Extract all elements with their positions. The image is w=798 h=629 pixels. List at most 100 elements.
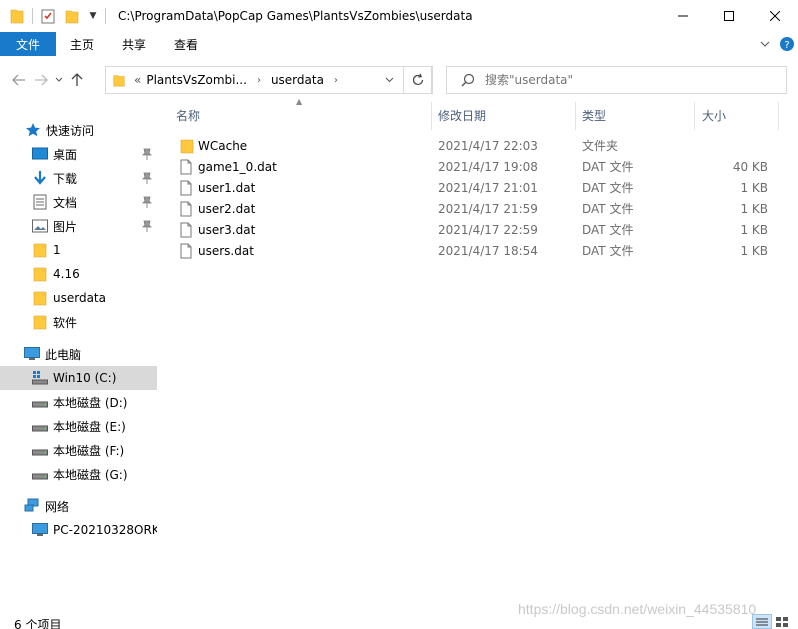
maximize-button[interactable] (706, 0, 752, 32)
desktop-icon (32, 146, 48, 162)
file-date: 2021/4/17 19:08 (438, 159, 538, 174)
nav-network-pc[interactable]: PC-20210328ORK (0, 518, 157, 542)
file-name-cell: WCache (180, 135, 247, 156)
column-divider[interactable] (431, 102, 432, 130)
file-row[interactable]: user3.dat 2021/4/17 22:59 DAT 文件 1 KB (168, 219, 778, 240)
file-size (688, 135, 768, 156)
breadcrumb-overflow[interactable]: « (134, 73, 141, 87)
file-name-cell: user3.dat (180, 219, 255, 240)
nav-network[interactable]: 网络 (0, 494, 157, 518)
file-name-cell: user2.dat (180, 198, 255, 219)
refresh-button[interactable] (403, 66, 433, 94)
pin-icon[interactable] (141, 194, 153, 210)
large-icons-view-icon[interactable] (772, 614, 792, 629)
status-bar: 6 个项目 (0, 614, 798, 629)
expand-ribbon-icon[interactable] (754, 32, 776, 56)
column-header-type[interactable]: 类型 (582, 100, 692, 130)
nav-drive-f[interactable]: 本地磁盘 (F:) (0, 438, 157, 462)
nav-item-folder-software[interactable]: 软件 (0, 310, 157, 334)
file-row[interactable]: game1_0.dat 2021/4/17 19:08 DAT 文件 40 KB (168, 156, 778, 177)
folder-icon[interactable] (8, 7, 26, 25)
picture-icon (32, 218, 48, 234)
item-count: 6 个项目 (14, 618, 62, 629)
breadcrumb-chevron-icon[interactable]: › (334, 75, 338, 86)
nav-quick-access[interactable]: 快速访问 (0, 118, 157, 142)
column-divider[interactable] (575, 102, 576, 130)
breadcrumb-item[interactable]: PlantsVsZombi... (146, 73, 247, 87)
file-size: 1 KB (740, 222, 768, 237)
up-button[interactable] (66, 66, 88, 94)
column-header-size[interactable]: 大小 (702, 100, 782, 130)
address-bar[interactable]: « PlantsVsZombi... › userdata › (105, 66, 432, 94)
column-divider[interactable] (694, 102, 695, 130)
forward-button[interactable] (30, 66, 52, 94)
customize-toolbar-icon[interactable]: ▼ (87, 7, 99, 25)
pin-icon[interactable] (141, 170, 153, 186)
new-folder-icon[interactable] (63, 7, 81, 25)
folder-icon (32, 266, 48, 282)
nav-item-label: 本地磁盘 (G:) (53, 467, 128, 482)
file-type: DAT 文件 (582, 244, 634, 258)
tab-home[interactable]: 主页 (56, 32, 108, 56)
nav-item-documents[interactable]: 文档 (0, 190, 157, 214)
nav-item-desktop[interactable]: 桌面 (0, 142, 157, 166)
recent-locations-button[interactable] (52, 66, 66, 94)
column-header-label: 修改日期 (438, 108, 487, 123)
column-divider[interactable] (778, 102, 779, 130)
nav-item-folder-userdata[interactable]: userdata (0, 286, 157, 310)
nav-item-pictures[interactable]: 图片 (0, 214, 157, 238)
file-date: 2021/4/17 22:59 (438, 222, 538, 237)
column-header-label: 名称 (176, 108, 201, 123)
pin-icon[interactable] (141, 218, 153, 234)
nav-item-label: 1 (53, 243, 61, 257)
file-row[interactable]: users.dat 2021/4/17 18:54 DAT 文件 1 KB (168, 240, 778, 261)
nav-item-label: 本地磁盘 (F:) (53, 443, 125, 458)
file-name: user2.dat (198, 201, 256, 216)
close-button[interactable] (752, 0, 798, 32)
back-button[interactable] (8, 66, 30, 94)
details-view-icon[interactable] (752, 614, 772, 629)
file-size: 1 KB (740, 180, 768, 195)
file-icon (180, 201, 196, 217)
minimize-button[interactable] (660, 0, 706, 32)
nav-item-folder-1[interactable]: 1 (0, 238, 157, 262)
tab-view[interactable]: 查看 (160, 32, 212, 56)
nav-drive-e[interactable]: 本地磁盘 (E:) (0, 414, 157, 438)
network-icon (24, 498, 40, 514)
file-type: 文件夹 (582, 139, 619, 153)
nav-drive-g[interactable]: 本地磁盘 (G:) (0, 462, 157, 486)
search-box[interactable] (446, 66, 787, 94)
properties-icon[interactable] (39, 7, 57, 25)
nav-item-label: 快速访问 (46, 123, 95, 138)
file-name-cell: game1_0.dat (180, 156, 277, 177)
nav-item-label: 下载 (53, 171, 78, 186)
nav-item-label: 图片 (53, 219, 78, 234)
column-header-name[interactable]: 名称 (176, 100, 431, 130)
pin-icon[interactable] (141, 146, 153, 162)
file-date: 2021/4/17 21:01 (438, 180, 538, 195)
nav-drive-c[interactable]: Win10 (C:) (0, 366, 157, 390)
nav-drive-d[interactable]: 本地磁盘 (D:) (0, 390, 157, 414)
breadcrumb-item[interactable]: userdata (271, 73, 324, 87)
file-name-cell: users.dat (180, 240, 254, 261)
system-drive-icon (32, 370, 48, 386)
breadcrumb-chevron-icon[interactable]: › (257, 75, 261, 86)
nav-item-label: 本地磁盘 (E:) (53, 419, 126, 434)
column-header-date[interactable]: 修改日期 (438, 100, 576, 130)
title-bar: ▼ C:\ProgramData\PopCap Games\PlantsVsZo… (0, 0, 798, 32)
file-row[interactable]: user2.dat 2021/4/17 21:59 DAT 文件 1 KB (168, 198, 778, 219)
help-icon[interactable]: ? (776, 32, 798, 56)
nav-this-pc[interactable]: 此电脑 (0, 342, 157, 366)
tab-share[interactable]: 共享 (108, 32, 160, 56)
file-name: user1.dat (198, 180, 256, 195)
nav-item-folder-4-16[interactable]: 4.16 (0, 262, 157, 286)
search-input[interactable] (485, 73, 765, 87)
file-icon (180, 222, 196, 238)
tab-file[interactable]: 文件 (0, 32, 56, 56)
column-header-label: 类型 (582, 108, 607, 123)
file-row[interactable]: user1.dat 2021/4/17 21:01 DAT 文件 1 KB (168, 177, 778, 198)
file-row[interactable]: WCache 2021/4/17 22:03 文件夹 (168, 135, 778, 156)
nav-item-label: 文档 (53, 195, 78, 210)
nav-item-downloads[interactable]: 下载 (0, 166, 157, 190)
address-dropdown-icon[interactable] (385, 77, 394, 83)
